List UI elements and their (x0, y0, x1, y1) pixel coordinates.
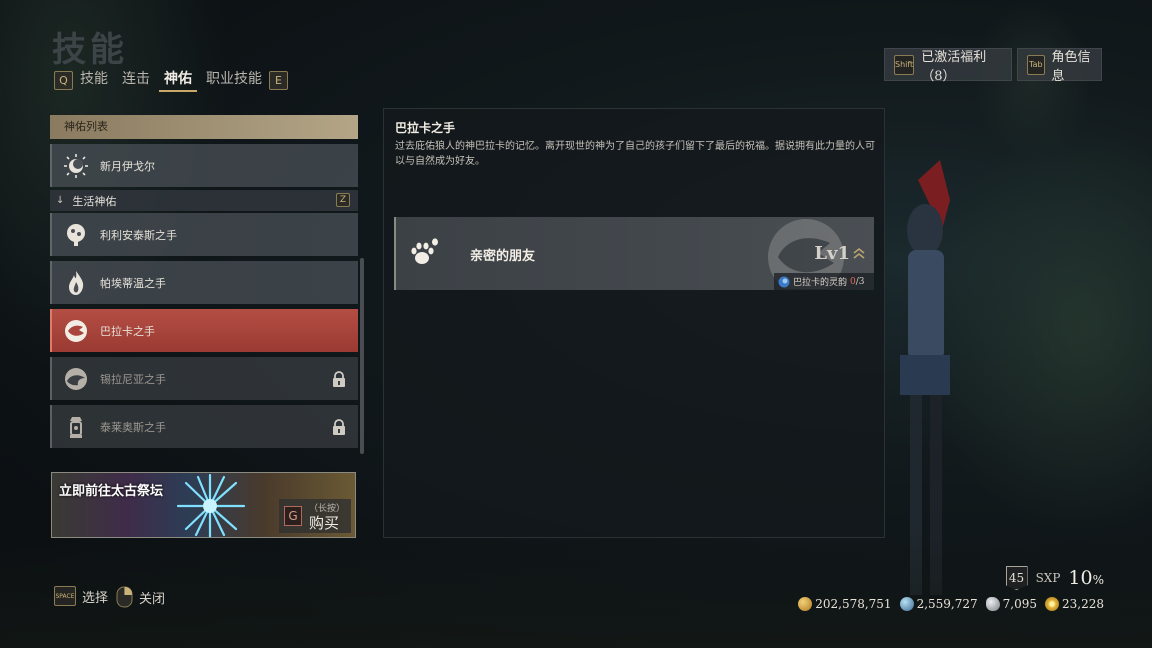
skill-card[interactable]: 亲密的朋友 Lv1 巴拉卡的灵韵 0/3 (394, 217, 874, 290)
activated-benefits-button[interactable]: Shift 已激活福利（8） (884, 48, 1012, 84)
blessing-list: 神佑列表 新月伊戈尔 ↓ 生活神佑 Z 利利安泰斯之手 帕埃蒂温之手 巴拉卡之手… (50, 115, 358, 448)
tab-bar: Q 技能 连击 神佑 职业技能 E (54, 68, 288, 92)
lantern-icon (62, 413, 90, 441)
resource-max: /3 (855, 276, 865, 287)
character-info-button[interactable]: Tab 角色信息 (1017, 48, 1102, 84)
blue-gem-icon (899, 597, 914, 611)
ancient-altar-banner[interactable]: 立即前往太古祭坛 G （长按） 购买 (51, 472, 356, 538)
tab-class-skills[interactable]: 职业技能 (201, 68, 267, 92)
space-key-icon: SPACE (54, 586, 76, 606)
blessing-list-header: 神佑列表 (50, 115, 358, 139)
list-item-telaios[interactable]: 泰莱奥斯之手 (50, 405, 358, 448)
skill-level: Lv1 (814, 243, 850, 264)
list-item-label: 利利安泰斯之手 (100, 228, 177, 242)
gold-flower-icon (1045, 597, 1059, 611)
list-item-label: 新月伊戈尔 (100, 159, 155, 173)
mouse-right-icon (116, 586, 133, 608)
paw-icon (411, 238, 438, 264)
lock-icon (333, 371, 345, 387)
tab-skills[interactable]: 技能 (75, 68, 113, 92)
skill-name: 亲密的朋友 (470, 249, 536, 264)
list-item-label: 帕埃蒂温之手 (100, 276, 166, 290)
activated-benefits-label: 已激活福利（8） (921, 49, 987, 84)
skill-resource: 巴拉卡的灵韵 0/3 (774, 273, 874, 290)
list-item-paetiwen[interactable]: 帕埃蒂温之手 (50, 261, 358, 304)
wolf-icon (62, 317, 90, 345)
flame-icon (62, 269, 90, 297)
tab-combo[interactable]: 连击 (117, 68, 155, 92)
banner-title: 立即前往太古祭坛 (59, 484, 164, 499)
select-hint[interactable]: SPACE 选择 (54, 586, 108, 606)
tab-blessing[interactable]: 神佑 (159, 68, 197, 92)
tree-icon (62, 221, 90, 249)
next-tab-key[interactable]: E (269, 70, 288, 90)
serpent-icon (62, 365, 90, 393)
arrow-down-icon: ↓ (56, 195, 65, 206)
rank-chevron-icon (853, 247, 865, 259)
list-item-baraka[interactable]: 巴拉卡之手 (50, 309, 358, 352)
currency-silver-shard: 7,095 (985, 597, 1037, 611)
level-badge: 45 (1005, 566, 1028, 590)
ground-shadow (0, 528, 1152, 648)
tab-key-icon: Tab (1027, 54, 1045, 75)
buy-label: 购买 (309, 514, 340, 532)
list-item-crescent-igor[interactable]: 新月伊戈尔 (50, 144, 358, 187)
group-label: 生活神佑 (72, 194, 117, 208)
list-item-label: 锡拉尼亚之手 (100, 372, 166, 386)
crystal-burst-icon (176, 473, 246, 537)
page-title: 技能 (52, 30, 128, 70)
close-hint-label: 关闭 (139, 591, 166, 607)
silver-shard-icon (985, 597, 1000, 611)
buy-button[interactable]: G （长按） 购买 (279, 499, 351, 533)
list-item-label: 巴拉卡之手 (100, 324, 155, 338)
character-info-label: 角色信息 (1051, 49, 1091, 84)
gold-coin-icon (798, 597, 813, 611)
select-hint-label: 选择 (82, 590, 109, 606)
spirit-orb-icon (778, 276, 790, 287)
detail-description: 过去庇佑狼人的神巴拉卡的记忆。离开现世的神为了自己的孩子们留下了最后的祝福。据说… (395, 141, 875, 167)
level-status: 45 SXP 10% (1005, 566, 1104, 590)
close-hint[interactable]: 关闭 (116, 586, 165, 608)
currency-gold-flower: 23,228 (1045, 597, 1104, 611)
currency-blue-gem: 2,559,727 (899, 597, 978, 611)
g-key-icon: G (284, 506, 302, 526)
prev-tab-key[interactable]: Q (54, 70, 73, 90)
currency-bar: 202,578,751 2,559,727 7,095 23,228 (798, 597, 1104, 611)
shift-key-icon: Shift (894, 54, 915, 75)
sxp-value: 10% (1068, 567, 1104, 589)
currency-gold: 202,578,751 (798, 597, 892, 611)
list-item-shirania[interactable]: 锡拉尼亚之手 (50, 357, 358, 400)
sxp-label: SXP (1035, 571, 1061, 585)
resource-label: 巴拉卡的灵韵 (793, 278, 848, 288)
list-scrollbar[interactable] (360, 258, 364, 454)
group-life-blessing[interactable]: ↓ 生活神佑 Z (50, 190, 358, 211)
list-item-label: 泰莱奥斯之手 (100, 420, 166, 434)
blessing-detail-panel: 巴拉卡之手 过去庇佑狼人的神巴拉卡的记忆。离开现世的神为了自己的孩子们留下了最后… (383, 108, 885, 538)
list-item-liliantes[interactable]: 利利安泰斯之手 (50, 213, 358, 256)
detail-title: 巴拉卡之手 (395, 121, 456, 135)
lock-icon (333, 419, 345, 435)
moon-sun-icon (62, 152, 90, 180)
z-key-icon: Z (336, 193, 350, 207)
